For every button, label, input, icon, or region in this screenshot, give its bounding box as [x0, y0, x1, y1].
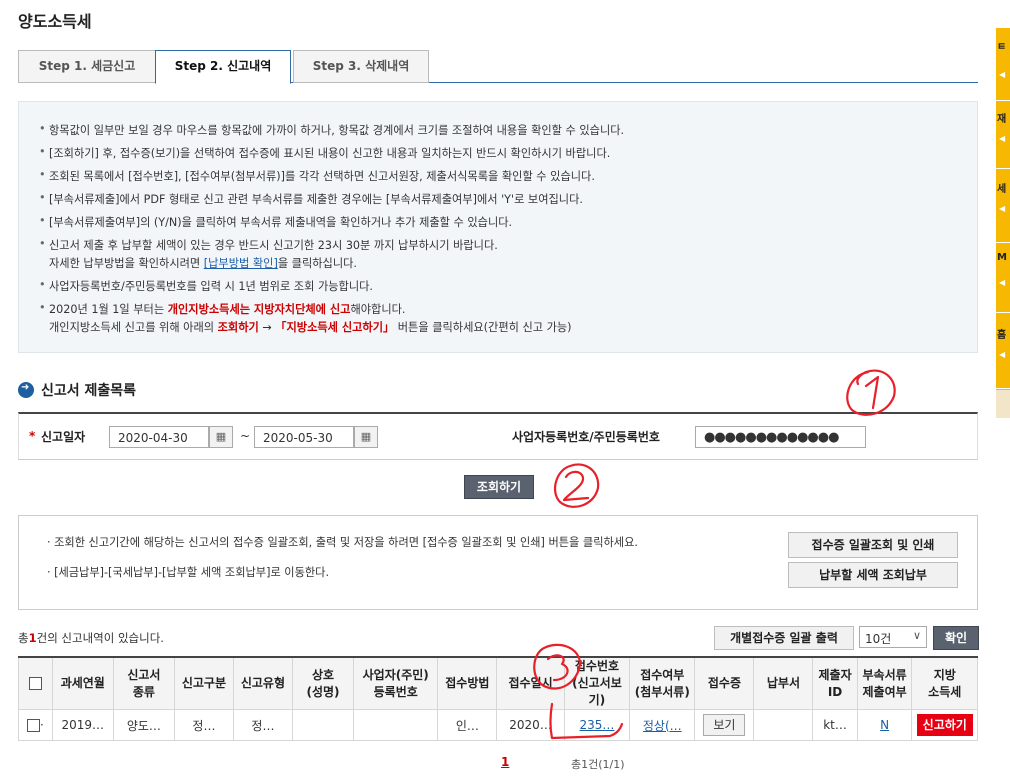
annotation-digit-2	[562, 470, 590, 502]
annotation-digit-1	[864, 375, 880, 410]
annotation-circle-2	[553, 463, 600, 508]
handwritten-annotations	[533, 369, 896, 740]
annotation-circle-3	[533, 643, 582, 690]
annotation-bracket	[549, 702, 624, 740]
annotation-circle-1	[846, 369, 896, 416]
annotation-digit-3	[546, 654, 569, 682]
